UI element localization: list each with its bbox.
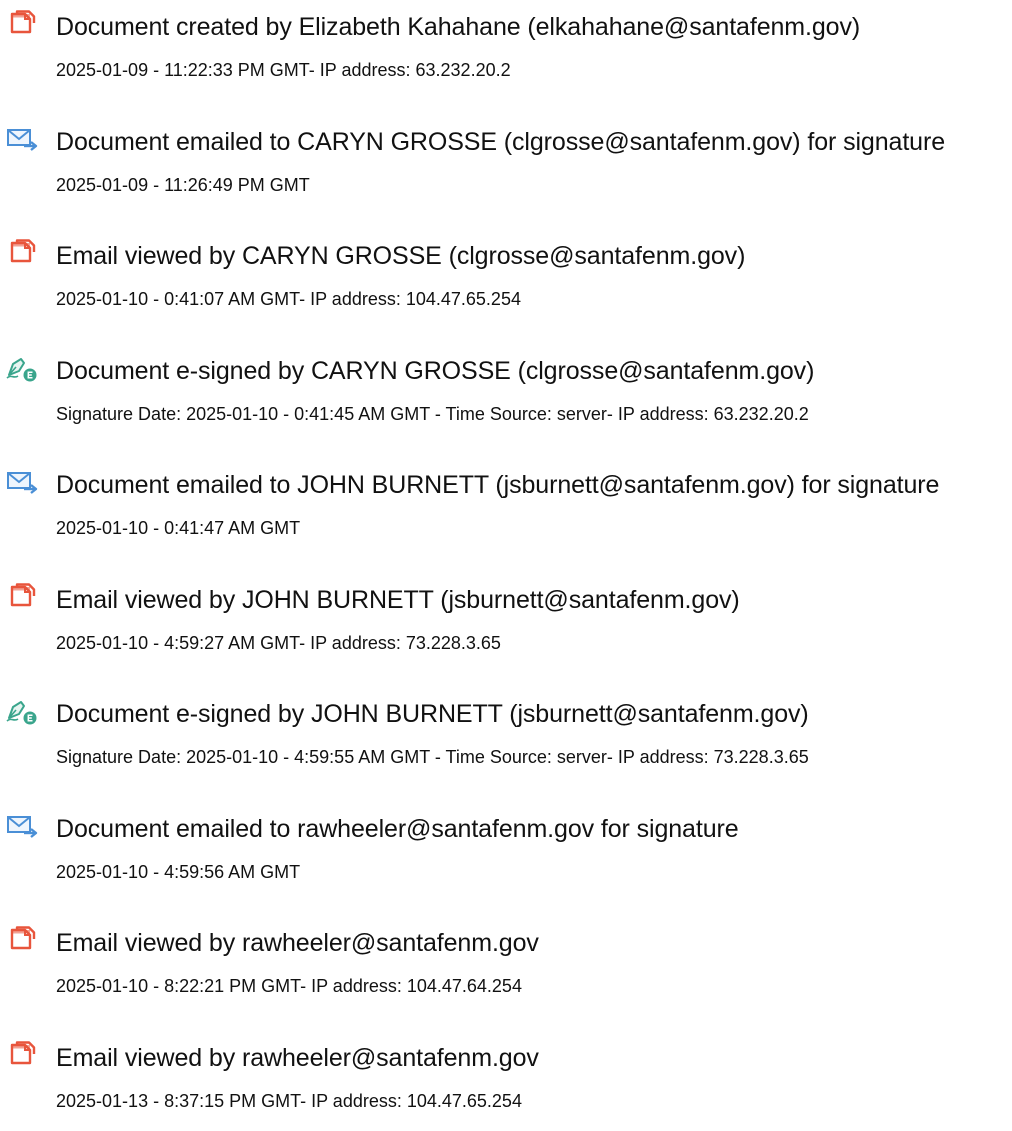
entry-title: Email viewed by JOHN BURNETT (jsburnett@… — [56, 585, 740, 614]
entry-detail: Signature Date: 2025-01-10 - 0:41:45 AM … — [56, 403, 809, 424]
entry-detail: 2025-01-10 - 4:59:56 AM GMT — [56, 861, 301, 882]
audit-entry: Email viewed by rawheeler@santafenm.gov … — [0, 916, 1012, 1016]
entry-detail: 2025-01-10 - 0:41:07 AM GMT- IP address:… — [56, 289, 521, 309]
e-sign-icon — [6, 354, 40, 384]
audit-entry: Document e-signed by CARYN GROSSE (clgro… — [0, 344, 1012, 444]
entry-detail: 2025-01-10 - 0:41:47 AM GMT — [56, 518, 301, 538]
audit-entry: Email viewed by CARYN GROSSE (clgrosse@s… — [0, 229, 1012, 329]
document-icon — [6, 926, 40, 956]
audit-entry: Document emailed to CARYN GROSSE (clgros… — [0, 115, 1012, 215]
e-sign-icon — [6, 697, 40, 727]
audit-entry: Document created by Elizabeth Kahahane (… — [0, 0, 1012, 100]
audit-entry: Email viewed by rawheeler@santafenm.gov … — [0, 1031, 1012, 1131]
entry-title: Email viewed by rawheeler@santafenm.gov — [56, 929, 539, 957]
audit-entry: Document e-signed by JOHN BURNETT (jsbur… — [0, 687, 1012, 787]
document-icon — [6, 10, 40, 40]
email-sent-icon — [6, 468, 40, 498]
entry-title: Document emailed to rawheeler@santafenm.… — [56, 814, 739, 843]
entry-detail: 2025-01-10 - 8:22:21 PM GMT- IP address:… — [56, 976, 522, 996]
document-icon — [6, 239, 40, 269]
email-sent-icon — [6, 125, 40, 155]
entry-detail: Signature Date: 2025-01-10 - 4:59:55 AM … — [56, 747, 809, 767]
audit-entry: Email viewed by JOHN BURNETT (jsburnett@… — [0, 573, 1012, 673]
email-sent-icon — [6, 812, 40, 842]
audit-entry: Document emailed to rawheeler@santafenm.… — [0, 802, 1012, 902]
entry-title: Document emailed to JOHN BURNETT (jsburn… — [56, 471, 940, 499]
entry-title: Document e-signed by CARYN GROSSE (clgro… — [56, 356, 815, 385]
document-icon — [6, 582, 40, 613]
entry-title: Document emailed to CARYN GROSSE (clgros… — [56, 127, 946, 156]
audit-entry: Document emailed to JOHN BURNETT (jsburn… — [0, 458, 1012, 558]
entry-detail: 2025-01-09 - 11:26:49 PM GMT — [56, 174, 310, 195]
entry-title: Document e-signed by JOHN BURNETT (jsbur… — [56, 700, 809, 728]
document-icon — [6, 1040, 40, 1071]
entry-title: Email viewed by CARYN GROSSE (clgrosse@s… — [56, 242, 746, 270]
entry-title: Document created by Elizabeth Kahahane (… — [56, 13, 861, 41]
entry-title: Email viewed by rawheeler@santafenm.gov — [56, 1043, 539, 1072]
entry-detail: 2025-01-10 - 4:59:27 AM GMT- IP address:… — [56, 632, 501, 653]
entry-detail: 2025-01-09 - 11:22:33 PM GMT- IP address… — [56, 60, 511, 80]
